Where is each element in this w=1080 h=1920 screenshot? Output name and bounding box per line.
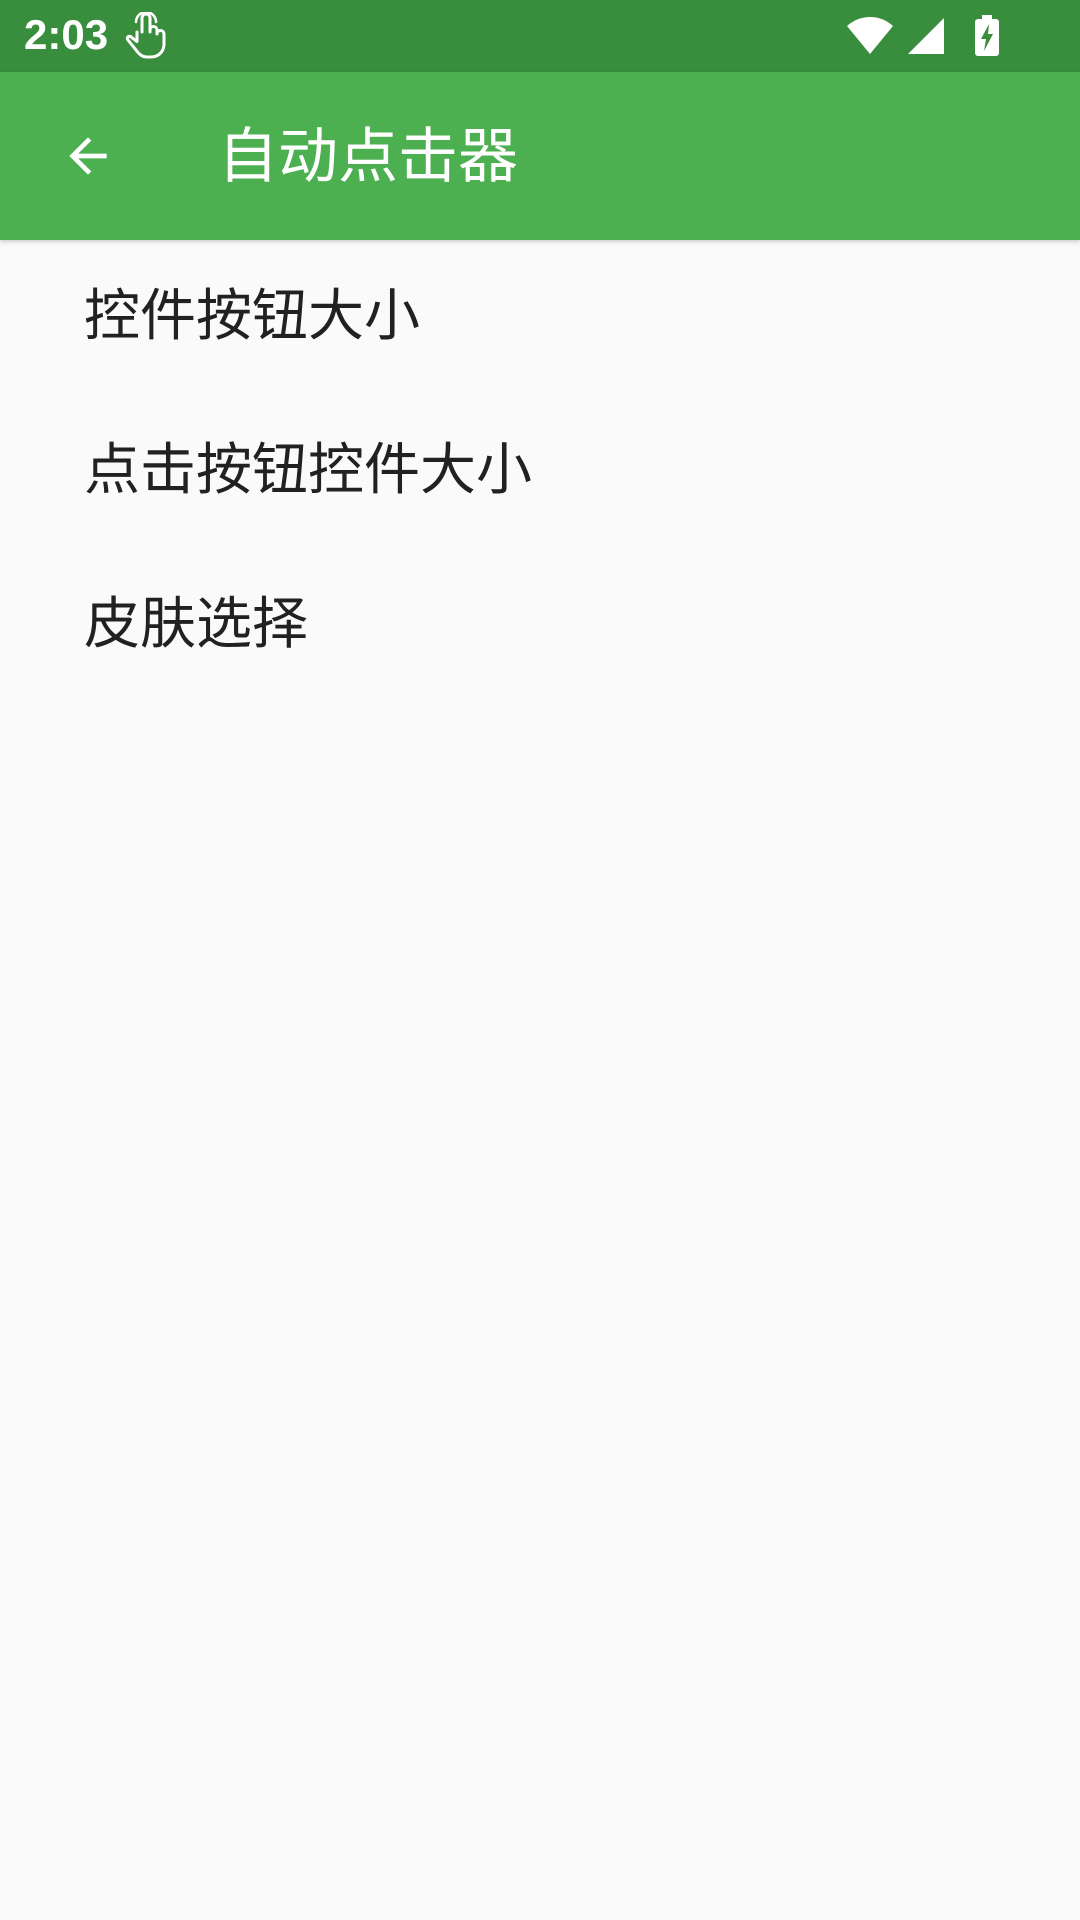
- settings-item-control-button-size[interactable]: 控件按钮大小: [0, 240, 1080, 394]
- status-icons: [846, 14, 1000, 58]
- settings-list: 控件按钮大小 点击按钮控件大小 皮肤选择: [0, 240, 1080, 702]
- status-time: 2:03: [24, 11, 109, 58]
- settings-item-label: 皮肤选择: [84, 592, 308, 657]
- page-title: 自动点击器: [218, 122, 518, 192]
- battery-charging-icon: [974, 15, 1000, 57]
- app-bar: 自动点击器: [0, 72, 1080, 240]
- settings-item-label: 控件按钮大小: [84, 284, 420, 349]
- status-bar: 2:03: [0, 0, 1080, 72]
- arrow-back-icon: [69, 137, 107, 175]
- touch-icon: [124, 10, 168, 60]
- settings-item-label: 点击按钮控件大小: [84, 438, 532, 503]
- settings-item-skin-selection[interactable]: 皮肤选择: [0, 548, 1080, 702]
- settings-item-click-button-control-size[interactable]: 点击按钮控件大小: [0, 394, 1080, 548]
- back-button[interactable]: [40, 108, 136, 204]
- wifi-icon: [846, 16, 894, 56]
- cellular-signal-icon: [906, 16, 946, 56]
